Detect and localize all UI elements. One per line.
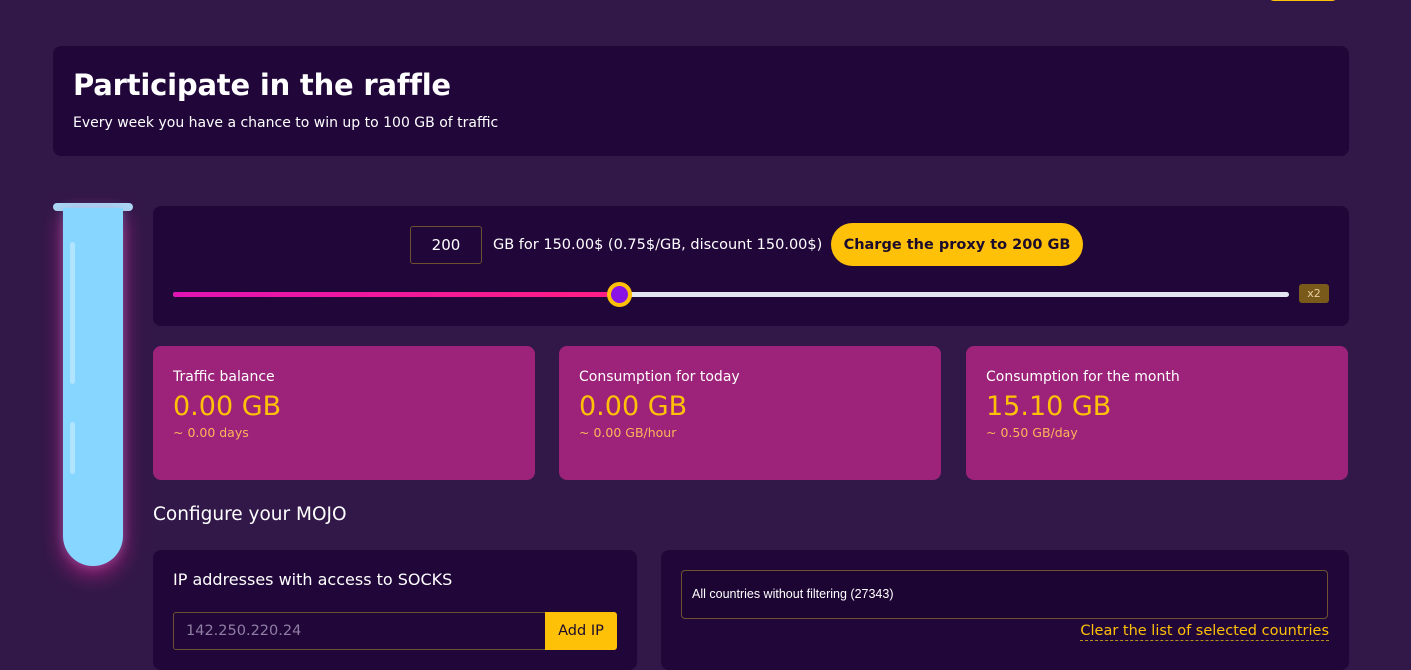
stat-card-consumption-today: Consumption for today 0.00 GB ~ 0.00 GB/… (559, 346, 941, 480)
traffic-amount-slider[interactable] (173, 282, 1289, 307)
ip-access-panel: IP addresses with access to SOCKS Add IP (153, 550, 637, 670)
stat-sub: ~ 0.00 GB/hour (579, 425, 677, 440)
traffic-purchase-panel: GB for 150.00$ (0.75$/GB, discount 150.0… (153, 206, 1349, 326)
raffle-title: Participate in the raffle (73, 68, 451, 102)
tube-shine (70, 242, 75, 384)
configure-section-title: Configure your MOJO (153, 504, 347, 525)
stat-label: Traffic balance (173, 369, 275, 385)
price-summary: GB for 150.00$ (0.75$/GB, discount 150.0… (493, 237, 823, 253)
raffle-banner[interactable]: Participate in the raffle Every week you… (53, 46, 1349, 156)
clear-countries-link[interactable]: Clear the list of selected countries (1080, 622, 1329, 641)
stat-label: Consumption for the month (986, 369, 1180, 385)
stat-sub: ~ 0.00 days (173, 425, 249, 440)
header-action-button-partial[interactable] (1268, 0, 1338, 1)
tube-shine (70, 422, 75, 474)
ip-address-input[interactable] (173, 612, 546, 650)
raffle-subtitle: Every week you have a chance to win up t… (73, 115, 499, 131)
country-select[interactable]: All countries without filtering (27343) (681, 570, 1328, 619)
stat-card-consumption-month: Consumption for the month 15.10 GB ~ 0.5… (966, 346, 1348, 480)
slider-fill (173, 292, 620, 297)
charge-proxy-button[interactable]: Charge the proxy to 200 GB (831, 223, 1083, 266)
slider-thumb[interactable] (607, 282, 633, 307)
stat-value: 0.00 GB (579, 391, 688, 422)
stat-sub: ~ 0.50 GB/day (986, 425, 1078, 440)
add-ip-button[interactable]: Add IP (545, 612, 617, 650)
stat-card-traffic-balance: Traffic balance 0.00 GB ~ 0.00 days (153, 346, 535, 480)
ip-access-heading: IP addresses with access to SOCKS (173, 570, 453, 589)
stat-value: 15.10 GB (986, 391, 1112, 422)
multiplier-badge: x2 (1299, 284, 1329, 303)
gb-amount-input[interactable] (410, 226, 482, 264)
traffic-test-tube-icon (63, 208, 123, 566)
stat-value: 0.00 GB (173, 391, 282, 422)
stat-label: Consumption for today (579, 369, 740, 385)
country-filter-panel: All countries without filtering (27343) … (661, 550, 1349, 670)
